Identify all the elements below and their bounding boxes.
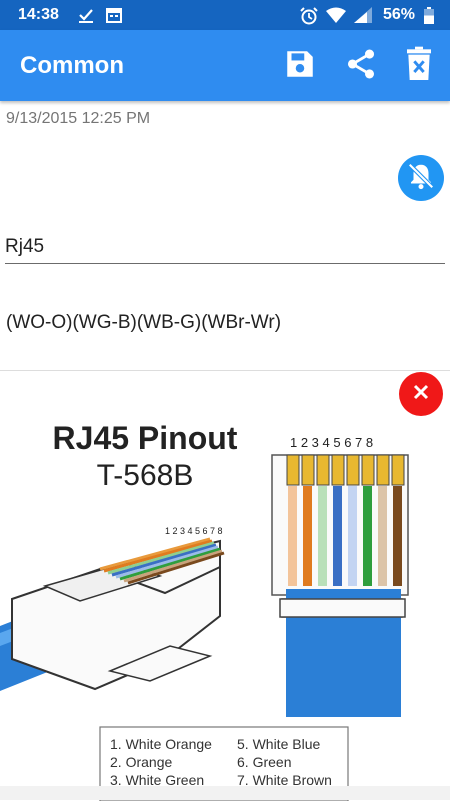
diagram-subheading: T-568B — [97, 459, 194, 492]
bell-off-icon — [406, 161, 436, 196]
connector-front-view: 1 2 3 4 5 6 7 8 — [271, 435, 409, 717]
pin-numbers: 1 2 3 4 5 6 7 8 — [290, 435, 373, 450]
legend-item: 1. White Orange — [110, 736, 212, 752]
signal-icon — [354, 7, 372, 28]
download-done-icon — [78, 7, 94, 28]
calendar-icon — [106, 7, 122, 28]
svg-text:1 2 3 4 5 6 7 8: 1 2 3 4 5 6 7 8 — [165, 526, 223, 536]
app-bar: Common — [0, 30, 450, 101]
note-title-input[interactable] — [5, 231, 445, 264]
close-icon — [412, 383, 430, 406]
connector-side-view: 1 2 3 4 5 6 7 8 — [0, 526, 225, 691]
battery-percent: 56% — [383, 6, 416, 23]
rj45-pinout-diagram: RJ45 Pinout T-568B 1 2 3 4 5 6 7 8 1 2 3… — [0, 420, 409, 801]
save-icon — [283, 47, 317, 86]
delete-icon — [403, 46, 435, 87]
status-bar: 14:38 56% — [0, 0, 450, 30]
legend-item: 2. Orange — [110, 754, 172, 770]
bottom-edge — [0, 786, 450, 800]
note-body-text: (WO-O)(WG-B)(WB-G)(WBr-Wr) — [6, 312, 282, 333]
legend-item: 6. Green — [237, 754, 291, 770]
alarm-icon — [300, 7, 318, 30]
share-icon — [344, 47, 378, 86]
reminder-button[interactable] — [398, 155, 444, 201]
status-time: 14:38 — [18, 6, 59, 23]
note-date: 9/13/2015 12:25 PM — [6, 110, 151, 127]
legend-item: 5. White Blue — [237, 736, 320, 752]
delete-button[interactable] — [397, 44, 441, 88]
app-title: Common — [20, 52, 124, 79]
share-button[interactable] — [339, 44, 383, 88]
remove-image-button[interactable] — [399, 372, 443, 416]
diagram-heading: RJ45 Pinout — [53, 420, 238, 456]
attached-image[interactable]: RJ45 Pinout T-568B 1 2 3 4 5 6 7 8 1 2 3… — [0, 370, 450, 801]
wifi-icon — [326, 7, 346, 28]
save-button[interactable] — [278, 44, 322, 88]
battery-icon — [424, 7, 434, 29]
